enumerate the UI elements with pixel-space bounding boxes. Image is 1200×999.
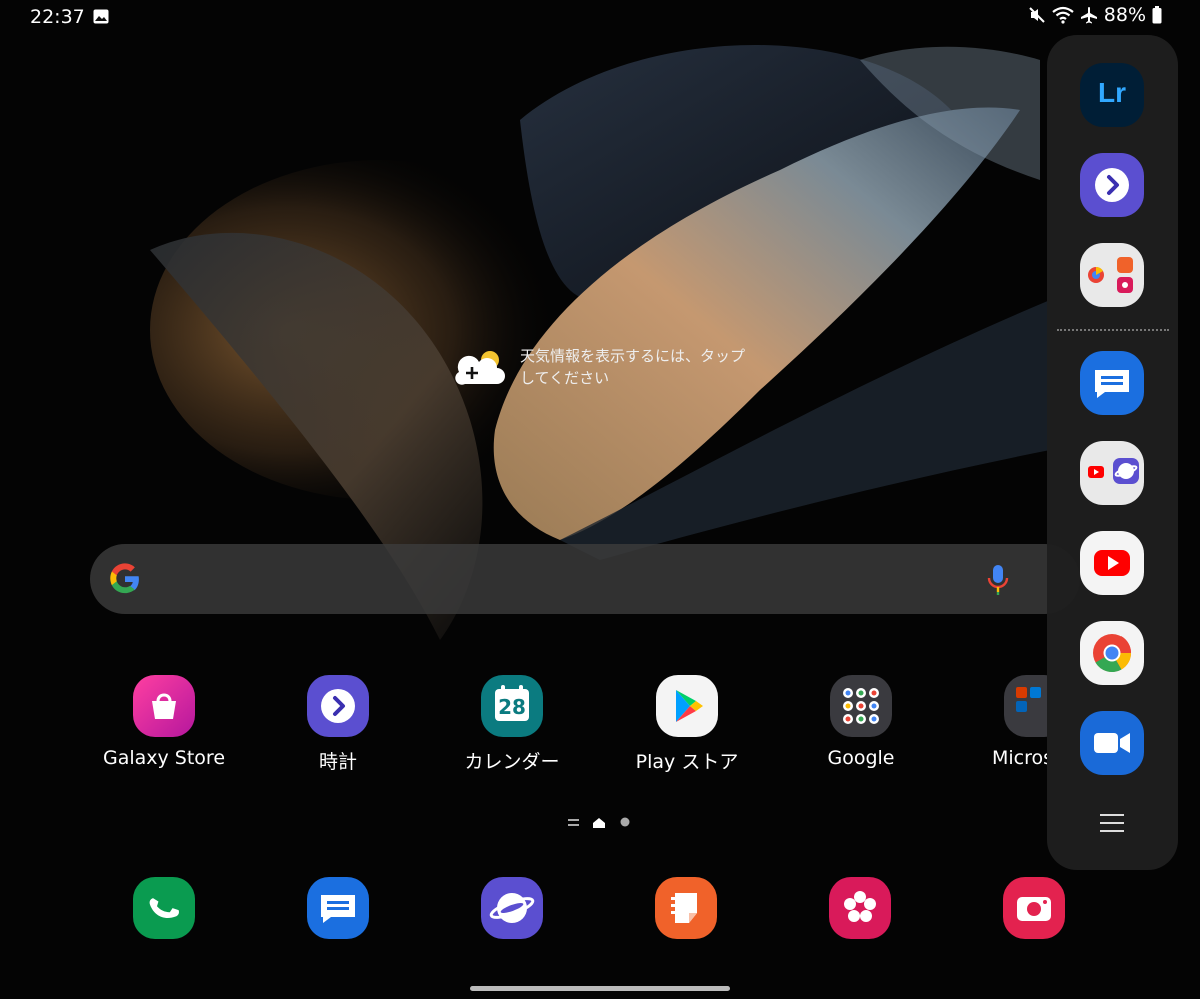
messages-icon[interactable] [1080, 351, 1144, 415]
gallery-icon [93, 9, 109, 24]
youtube-icon[interactable] [1080, 531, 1144, 595]
weather-add-icon [455, 351, 505, 385]
app-clock[interactable]: 時計 [258, 675, 418, 774]
google-search-bar[interactable] [90, 544, 1080, 614]
app-label: Micros [992, 747, 1047, 769]
weather-prompt: 天気情報を表示するには、タップしてください [520, 347, 746, 387]
menu-icon[interactable] [1099, 812, 1125, 834]
edge-panel: Lr [1047, 35, 1178, 870]
lightroom-icon[interactable]: Lr [1080, 63, 1144, 127]
camera-icon[interactable] [1003, 877, 1065, 939]
app-label: Play ストア [635, 751, 739, 773]
wifi-icon [1052, 6, 1074, 24]
wallpaper [0, 0, 1200, 999]
clock-icon[interactable] [1080, 153, 1144, 217]
google-folder-icon [830, 675, 892, 737]
google-logo [110, 563, 139, 594]
lightroom-label: Lr [1098, 77, 1126, 108]
samsung-notes-icon[interactable] [655, 877, 717, 939]
chrome-icon[interactable] [1080, 621, 1144, 685]
app-galaxy-store[interactable]: Galaxy Store [84, 675, 244, 769]
page-indicator[interactable] [568, 816, 638, 830]
samsung-internet-icon[interactable] [481, 877, 543, 939]
status-icons: 88% [1028, 4, 1162, 26]
phone-icon[interactable] [133, 877, 195, 939]
messages-icon[interactable] [307, 877, 369, 939]
app-pair-icon[interactable] [1080, 243, 1144, 307]
app-microsoft-folder[interactable]: Micros [955, 675, 1047, 769]
battery-percent: 88% [1103, 4, 1146, 26]
app-calendar[interactable]: 28 カレンダー [432, 675, 592, 774]
weather-widget[interactable]: 天気情報を表示するには、タップしてください [455, 345, 755, 395]
app-label: カレンダー [464, 751, 560, 773]
app-google-folder[interactable]: Google [781, 675, 941, 769]
play-store-icon [656, 675, 718, 737]
calendar-date: 28 [498, 695, 526, 719]
home-indicator-icon [593, 818, 605, 828]
app-label: Google [827, 747, 895, 769]
app-play-store[interactable]: Play ストア [607, 675, 767, 774]
app-label: Galaxy Store [102, 747, 226, 769]
bixby-flower-icon[interactable] [829, 877, 891, 939]
microsoft-folder-icon [1004, 675, 1047, 737]
clock-icon [307, 675, 369, 737]
mic-icon[interactable] [987, 564, 1009, 596]
edge-divider [1057, 329, 1169, 331]
app-pair-2-icon[interactable] [1080, 441, 1144, 505]
app-label: 時計 [318, 751, 357, 773]
galaxy-store-icon [133, 675, 195, 737]
status-time: 22:37 [30, 6, 85, 28]
mute-icon [1029, 7, 1045, 23]
airplane-icon [1080, 7, 1097, 24]
navigation-handle[interactable] [470, 986, 730, 991]
zoom-icon[interactable] [1080, 711, 1144, 775]
battery-icon [1152, 6, 1162, 24]
calendar-icon: 28 [481, 675, 543, 737]
